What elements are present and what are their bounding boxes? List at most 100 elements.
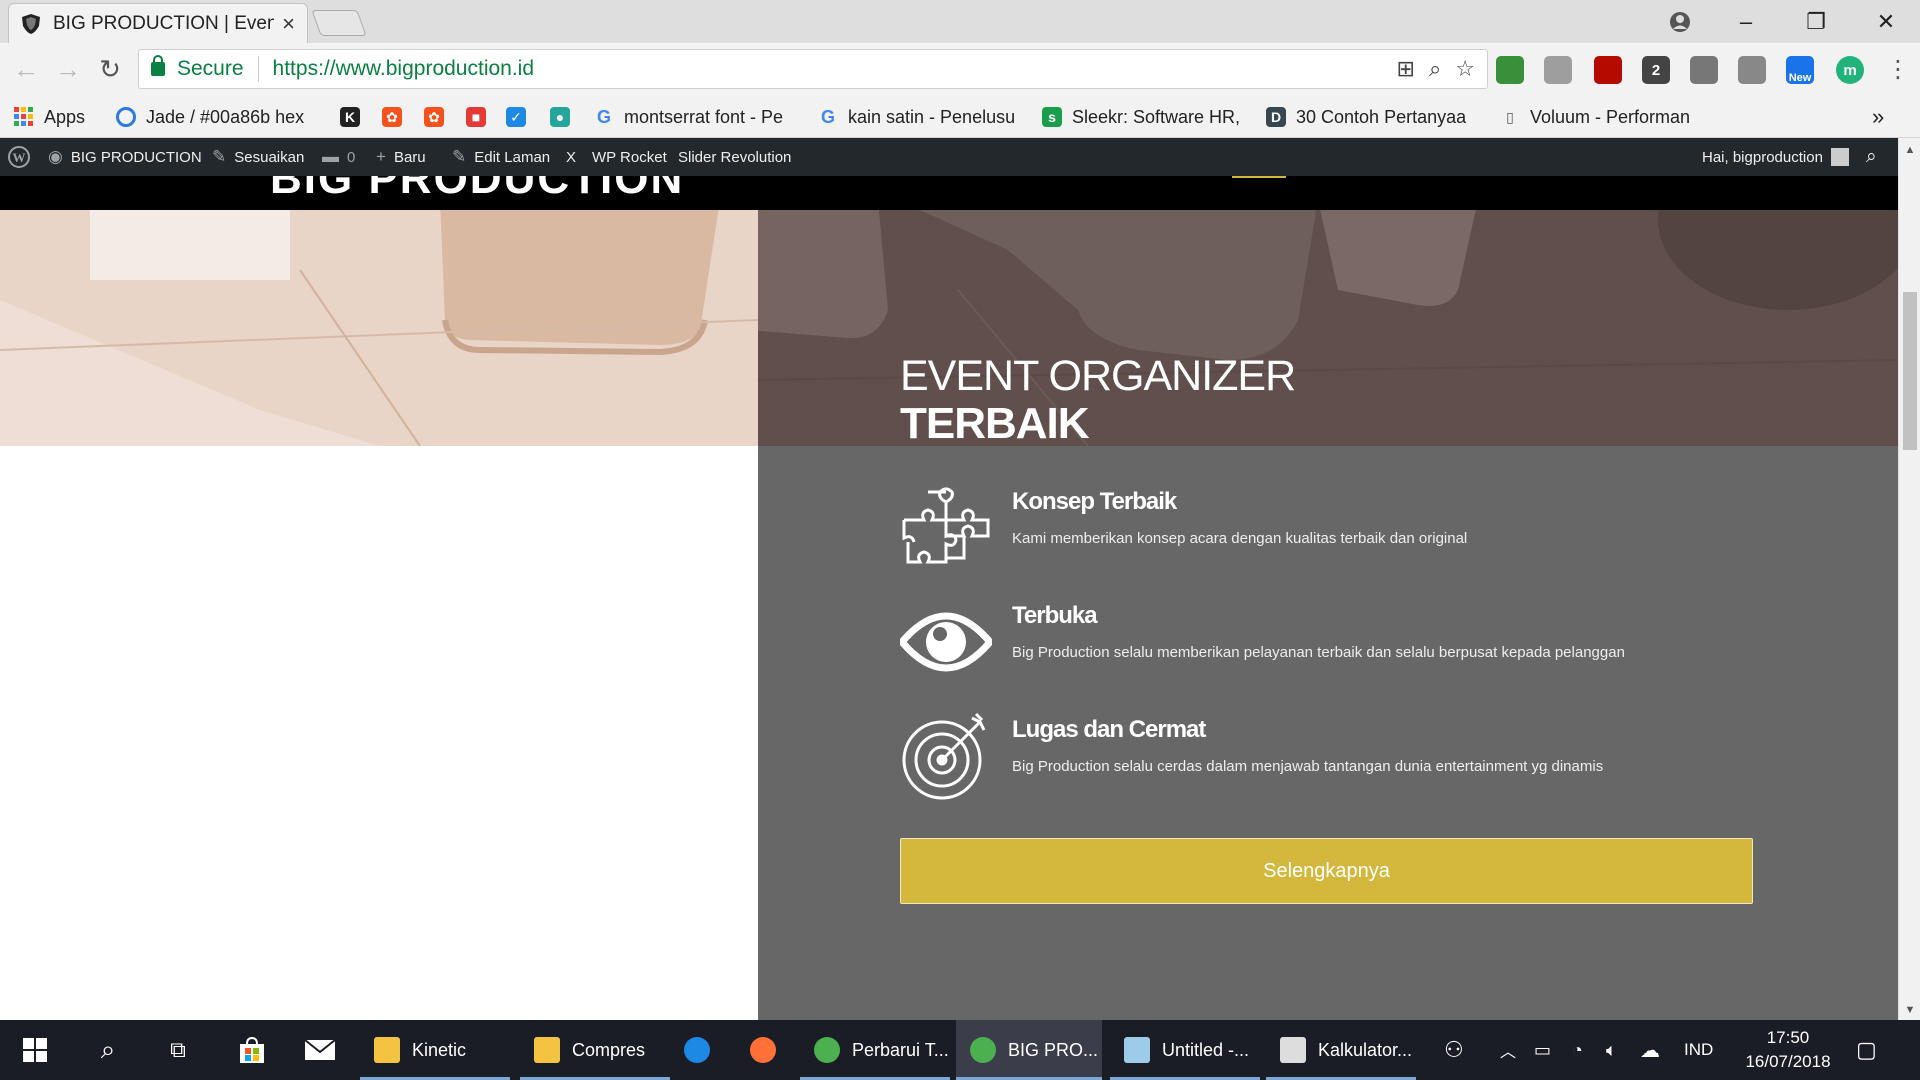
reload-button[interactable]: ↻ [92,51,128,87]
feature-item: Lugas dan Cermat Big Production selalu c… [900,710,1800,810]
scrollbar-thumb[interactable] [1903,292,1917,450]
bookmark-item[interactable]: K [340,104,370,130]
wp-new-label: Baru [393,148,426,166]
taskbar-app[interactable] [670,1020,726,1080]
translate-icon[interactable]: ⊞ [1397,56,1415,82]
maximize-button[interactable]: ❐ [1786,0,1846,43]
language-indicator[interactable]: IND [1684,1020,1713,1080]
taskbar-app[interactable]: Kinetic [360,1020,510,1080]
zoom-icon[interactable]: ⌕ [1429,56,1441,82]
onedrive-upload-icon[interactable]: ☁ [1640,1020,1660,1080]
address-bar[interactable]: Secure https://www.bigproduction.id ⊞ ⌕ … [138,49,1488,89]
taskbar-app-icon [1124,1037,1150,1063]
site-logo[interactable]: BIG PRODUCTION [270,176,684,204]
task-view-icon[interactable]: ⧉ [148,1020,208,1080]
search-icon[interactable]: ⌕ [78,1020,138,1080]
taskbar-app-icon [970,1037,996,1063]
bookmark-label: montserrat font - Pe [624,106,784,127]
extension-camera-icon[interactable] [1738,56,1766,84]
bookmark-apps[interactable]: Apps [14,104,104,130]
battery-icon[interactable]: ▭ [1534,1020,1551,1080]
store-icon[interactable] [222,1020,282,1080]
taskbar-app[interactable]: Compres [520,1020,670,1080]
extension-drive-icon[interactable] [1544,56,1572,84]
wp-x-item[interactable]: X [566,138,576,176]
volume-icon[interactable]: 🔈︎ [1606,1020,1617,1080]
wp-comments[interactable]: ▬ 0 [322,138,355,176]
scroll-up-arrow-icon[interactable]: ▲ [1899,140,1920,160]
feature-item: Terbuka Big Production selalu memberikan… [900,596,1800,696]
forward-button[interactable]: → [50,51,86,87]
taskbar-app[interactable]: Kalkulator... [1266,1020,1416,1080]
bookmark-item[interactable]: Gkain satin - Penelusu [818,104,1028,130]
minimize-button[interactable]: – [1716,0,1776,43]
taskbar-app-icon [684,1037,710,1063]
bookmarks-overflow-button[interactable]: » [1872,104,1884,130]
bookmark-item[interactable]: D 30 Contoh Pertanyaa [1266,104,1486,130]
bookmark-star-icon[interactable]: ☆ [1455,56,1475,82]
bookmark-item[interactable]: ✿ [382,104,412,130]
page-scrollbar[interactable]: ▲ ▼ [1898,138,1920,1020]
bookmark-item[interactable]: Gmontserrat font - Pe [594,104,804,130]
wordpress-logo-icon[interactable]: W [8,138,30,176]
taskbar-app[interactable] [736,1020,792,1080]
taskbar-app[interactable]: BIG PRO... [956,1020,1102,1080]
bookmark-item[interactable]: ✿ [424,104,454,130]
profile-icon[interactable] [1650,0,1710,43]
bookmark-item[interactable]: ▯ Voluum - Performan [1500,104,1700,130]
wp-new[interactable]: + Baru [376,138,426,176]
start-button[interactable] [0,1020,70,1080]
wp-edit-page[interactable]: ✎ Edit Laman [452,138,550,176]
browser-tab[interactable]: BIG PRODUCTION | Event × [8,3,308,43]
extension-new-icon[interactable]: New [1786,56,1814,84]
eye-icon [900,612,992,672]
feature-description: Big Production selalu memberikan pelayan… [1012,644,1625,661]
wp-site-name[interactable]: ◉ BIG PRODUCTION [48,138,202,176]
wp-admin-bar: W ◉ BIG PRODUCTION ✎ Sesuaikan ▬ 0 + Bar… [0,138,1898,176]
bookmark-favicon-icon: ✿ [424,107,444,127]
wp-customize[interactable]: ✎ Sesuaikan [212,138,304,176]
wp-rocket[interactable]: WP Rocket [592,138,667,176]
scroll-down-arrow-icon[interactable]: ▼ [1899,1000,1920,1020]
bookmark-item[interactable]: ✓ [506,104,536,130]
close-window-button[interactable]: ✕ [1856,0,1916,43]
action-center-icon[interactable]: ▢ [1856,1020,1877,1080]
wp-greeting: Hai, bigproduction [1702,148,1823,166]
mail-icon[interactable] [290,1020,350,1080]
tray-overflow-icon[interactable]: ︿ [1500,1020,1516,1080]
taskbar-app-label: Compres [572,1039,646,1060]
menu-icon[interactable]: ⋮ [1880,51,1916,87]
back-button[interactable]: ← [8,51,44,87]
wp-slider-revolution[interactable]: Slider Revolution [678,138,791,176]
bookmark-item[interactable]: ● [550,104,580,130]
extension-profile-icon[interactable]: m [1836,56,1864,84]
bookmark-favicon-icon: ✿ [382,107,402,127]
plus-icon: + [376,147,386,166]
bookmark-item[interactable]: s Sleekr: Software HR, [1042,104,1252,130]
extension-acrobat-icon[interactable] [1594,56,1622,84]
bookmark-favicon-icon: ● [550,107,570,127]
windows-logo-icon [23,1038,47,1062]
taskbar-app[interactable]: Perbarui T... [800,1020,950,1080]
feature-title: Lugas dan Cermat [1012,716,1206,743]
section-heading: EVENT ORGANIZER TERBAIK [900,352,1296,448]
taskbar-app[interactable]: Untitled -... [1110,1020,1260,1080]
people-icon[interactable]: ⚇ [1444,1020,1464,1080]
wp-search-icon[interactable]: ⌕ [1866,138,1877,176]
wp-account[interactable]: Hai, bigproduction [1702,138,1849,176]
selengkapnya-button[interactable]: Selengkapnya [900,838,1753,904]
bookmark-item[interactable]: ■ [466,104,496,130]
extension-globe-icon[interactable] [1496,56,1524,84]
bookmark-item[interactable]: Jade / #00a86b hex [116,104,316,130]
extension-counter-icon[interactable]: 2 [1642,56,1670,84]
new-tab-button[interactable] [311,10,367,36]
clock-time: 17:50 [1766,1028,1810,1047]
windows-taskbar: ⌕ ⧉ ⚇ ︿ ▭ ◔ 🔈︎ ☁ IND 17:50 16/07/2018 ▢ … [0,1020,1920,1080]
tab-close-icon[interactable]: × [282,11,295,37]
wifi-icon[interactable]: ◔ [1572,1020,1583,1080]
secure-indicator[interactable]: Secure [151,55,244,81]
bookmark-label: 30 Contoh Pertanyaa [1296,106,1467,127]
url-text[interactable]: https://www.bigproduction.id [273,57,1383,81]
system-clock[interactable]: 17:50 16/07/2018 [1740,1026,1836,1074]
extension-gears-icon[interactable] [1690,56,1718,84]
